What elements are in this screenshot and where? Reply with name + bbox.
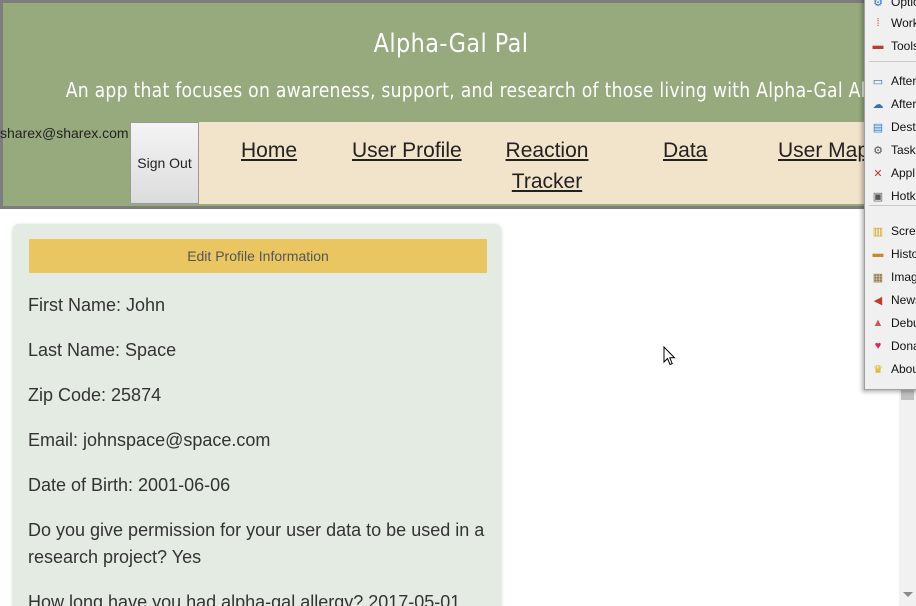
- nav-user-profile-link[interactable]: User Profile: [352, 135, 462, 166]
- app-subtitle: An app that focuses on awareness, suppor…: [65, 78, 914, 102]
- menu-item-screenshots-folder[interactable]: ▥Scree: [871, 220, 916, 242]
- last-name-field: Last Name: Space: [28, 340, 177, 360]
- email-field: Email: johnspace@space.com: [28, 430, 271, 450]
- tools-icon: ✕: [873, 167, 883, 180]
- scroll-down-arrow[interactable]: [903, 592, 913, 597]
- mouse-cursor-icon: [663, 346, 676, 366]
- nav-home-link[interactable]: Home: [241, 135, 297, 166]
- screenshots-folder-icon: ▥: [872, 225, 884, 238]
- menu-item-news[interactable]: ◀News: [871, 289, 916, 311]
- menu-item-task-settings[interactable]: ⚙ Task: [871, 139, 916, 161]
- after-upload-icon: ☁: [872, 98, 884, 111]
- date-of-birth-field: Date of Birth: 2001-06-06: [28, 475, 231, 495]
- workflows-icon: ⁞: [876, 17, 880, 29]
- main-navigation: Home User Profile Reaction Tracker Data …: [199, 122, 913, 204]
- menu-item-donate[interactable]: ♥Dona: [871, 335, 916, 357]
- sign-out-button[interactable]: Sign Out: [130, 122, 199, 204]
- menu-item-about[interactable]: ♛Abou: [871, 358, 916, 380]
- profile-card: Edit Profile Information First Name: Joh…: [13, 224, 501, 606]
- hotkey-icon: ▣: [872, 190, 884, 203]
- history-icon: ▬: [872, 248, 884, 260]
- menu-item-tools[interactable]: ▬Tools: [871, 35, 916, 57]
- crown-icon: ♛: [873, 363, 883, 376]
- megaphone-icon: ◀: [873, 294, 883, 307]
- menu-item-history[interactable]: ▬ Histo: [871, 243, 916, 265]
- nav-data-link[interactable]: Data: [663, 135, 707, 166]
- menu-item-after-upload[interactable]: ☁ After: [871, 93, 916, 115]
- menu-item-destinations[interactable]: ▤ Desti: [871, 116, 916, 138]
- tray-context-menu: ⚙Optio ⁞Work ▬Tools ▭After ☁After ▤Desti…: [864, 0, 916, 390]
- nav-user-map-link[interactable]: User Map: [778, 135, 869, 166]
- destinations-icon: ▤: [872, 121, 884, 134]
- menu-item-after-capture[interactable]: ▭ After: [871, 70, 916, 92]
- heart-icon: ♥: [874, 340, 882, 352]
- edit-profile-button[interactable]: Edit Profile Information: [29, 239, 487, 273]
- after-capture-icon: ▭: [872, 75, 884, 88]
- menu-item-image-history[interactable]: ▦ Imag: [871, 266, 916, 288]
- menu-item-workflows[interactable]: ⁞Work: [871, 12, 916, 34]
- first-name-field: First Name: John: [28, 295, 166, 315]
- zip-code-field: Zip Code: 25874: [28, 385, 162, 405]
- allergy-duration-field: How long have you had alpha-gal allergy?…: [28, 592, 461, 606]
- menu-separator: [869, 61, 916, 62]
- user-email: sharex@sharex.com: [0, 125, 129, 141]
- menu-item-debug[interactable]: ▲Debu: [871, 312, 916, 334]
- research-permission-field: Do you give permission for your user dat…: [28, 520, 485, 567]
- gear-icon: ⚙: [873, 0, 883, 9]
- menu-separator: [869, 205, 916, 206]
- nav-reaction-tracker-link[interactable]: Reaction Tracker: [495, 135, 599, 197]
- menu-item-application-settings[interactable]: ✕ Appl: [871, 162, 916, 184]
- toolbox-icon: ▬: [872, 40, 884, 52]
- gear-icon: ⚙: [873, 144, 883, 157]
- menu-item-hotkey-settings[interactable]: ▣ Hotk: [871, 185, 916, 207]
- app-title: Alpha-Gal Pal: [373, 29, 529, 59]
- debug-icon: ▲: [872, 317, 884, 329]
- image-history-icon: ▦: [872, 271, 884, 284]
